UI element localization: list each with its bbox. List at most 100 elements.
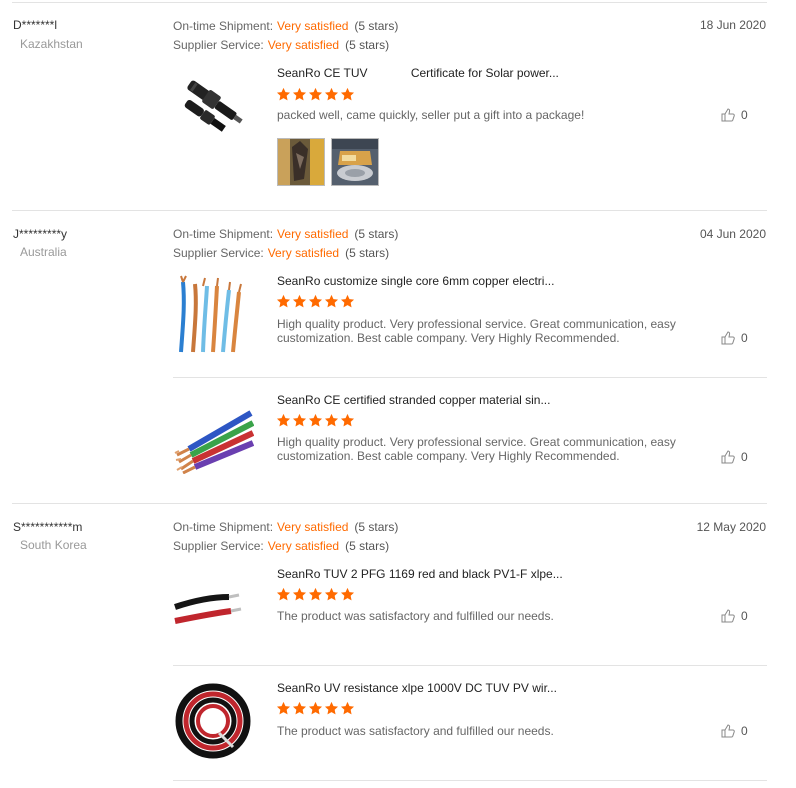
thumbs-up-icon [721,609,735,623]
product-title-link[interactable]: SeanRo CE certified stranded copper mate… [277,393,550,407]
star-icon [308,587,323,601]
star-icon [292,701,307,715]
red-black-cable-icon[interactable] [173,567,254,648]
review-comment: High quality product. Very professional … [277,317,676,345]
like-button[interactable]: 0 [721,331,748,345]
supplier-service-stars: (5 stars) [345,38,390,52]
like-count: 0 [741,724,748,738]
ontime-shipment-label: On-time Shipment: [173,19,274,33]
like-count: 0 [741,108,748,122]
star-icon [340,294,355,308]
like-count: 0 [741,609,748,623]
star-icon [292,87,307,101]
reviewer-name: J*********y [13,227,68,241]
star-icon [340,701,355,715]
star-icon [324,413,339,427]
review-comment: High quality product. Very professional … [277,435,676,463]
star-icon [276,87,291,101]
supplier-service-stars: (5 stars) [345,246,390,260]
star-icon [324,294,339,308]
ontime-shipment-value: Very satisfied [277,520,349,534]
reviewer-country: Kazakhstan [20,37,83,51]
star-icon [276,413,291,427]
copper-wires-icon[interactable] [173,274,254,355]
mc4-connector-icon[interactable] [173,66,254,148]
like-button[interactable]: 0 [721,108,748,122]
product-divider [173,377,767,378]
reviewer-country: Australia [20,245,67,259]
ontime-shipment-stars: (5 stars) [354,227,399,241]
product-rating-stars [276,294,355,310]
like-button[interactable]: 0 [721,724,748,738]
review-photo-icon[interactable] [277,138,325,186]
like-count: 0 [741,450,748,464]
star-icon [292,413,307,427]
star-icon [324,87,339,101]
thumbs-up-icon [721,108,735,122]
product-title-link[interactable]: SeanRo customize single core 6mm copper … [277,274,554,288]
star-icon [276,587,291,601]
stranded-wires-icon[interactable] [173,393,254,474]
supplier-service-value: Very satisfied [267,38,340,52]
supplier-service-stars: (5 stars) [345,539,390,553]
star-icon [340,413,355,427]
star-icon [308,294,323,308]
like-count: 0 [741,331,748,345]
star-icon [308,413,323,427]
product-title-link[interactable]: SeanRo UV resistance xlpe 1000V DC TUV P… [277,681,557,695]
like-button[interactable]: 0 [721,609,748,623]
reviewer-name: S***********m [13,520,83,534]
star-icon [324,701,339,715]
supplier-service-rating: Supplier Service: Very satisfied (5 stars) [173,539,389,553]
star-icon [292,587,307,601]
review-date: 12 May 2020 [696,520,766,534]
thumbs-up-icon [721,724,735,738]
ontime-shipment-rating: On-time Shipment: Very satisfied (5 stars) [173,227,398,241]
supplier-service-value: Very satisfied [267,539,340,553]
review-date: 04 Jun 2020 [699,227,766,241]
star-icon [276,701,291,715]
thumbs-up-icon [721,450,735,464]
review-photos [277,138,387,186]
supplier-service-rating: Supplier Service: Very satisfied (5 stars) [173,246,389,260]
reviewer-name: D*******l [13,18,58,32]
product-divider [173,665,767,666]
like-button[interactable]: 0 [721,450,748,464]
supplier-service-rating: Supplier Service: Very satisfied (5 stars) [173,38,389,52]
top-divider [12,2,767,3]
product-rating-stars [276,413,355,429]
ontime-shipment-stars: (5 stars) [354,19,399,33]
star-icon [324,587,339,601]
review-date: 18 Jun 2020 [699,18,766,32]
ontime-shipment-rating: On-time Shipment: Very satisfied (5 stars) [173,19,398,33]
star-icon [340,87,355,101]
product-rating-stars [276,701,355,717]
cable-reel-icon[interactable] [173,681,254,762]
supplier-service-value: Very satisfied [267,246,340,260]
product-divider [173,780,767,781]
ontime-shipment-rating: On-time Shipment: Very satisfied (5 stars) [173,520,398,534]
reviewer-country: South Korea [20,538,87,552]
star-icon [340,587,355,601]
review-comment: packed well, came quickly, seller put a … [277,108,585,122]
star-icon [292,294,307,308]
star-icon [308,701,323,715]
ontime-shipment-stars: (5 stars) [354,520,399,534]
product-title-link[interactable]: SeanRo TUV 2 PFG 1169 red and black PV1-… [277,567,563,581]
star-icon [308,87,323,101]
supplier-service-label: Supplier Service: [173,539,264,553]
ontime-shipment-value: Very satisfied [277,19,349,33]
review-divider [12,503,767,504]
star-icon [276,294,291,308]
supplier-service-label: Supplier Service: [173,38,264,52]
review-photo-icon[interactable] [331,138,379,186]
product-title-link[interactable]: SeanRo CE TUV Certificate for Solar powe… [277,66,559,80]
supplier-service-label: Supplier Service: [173,246,264,260]
product-rating-stars [276,87,355,103]
ontime-shipment-label: On-time Shipment: [173,520,274,534]
thumbs-up-icon [721,331,735,345]
review-comment: The product was satisfactory and fulfill… [277,609,554,623]
ontime-shipment-label: On-time Shipment: [173,227,274,241]
ontime-shipment-value: Very satisfied [277,227,349,241]
product-rating-stars [276,587,355,603]
